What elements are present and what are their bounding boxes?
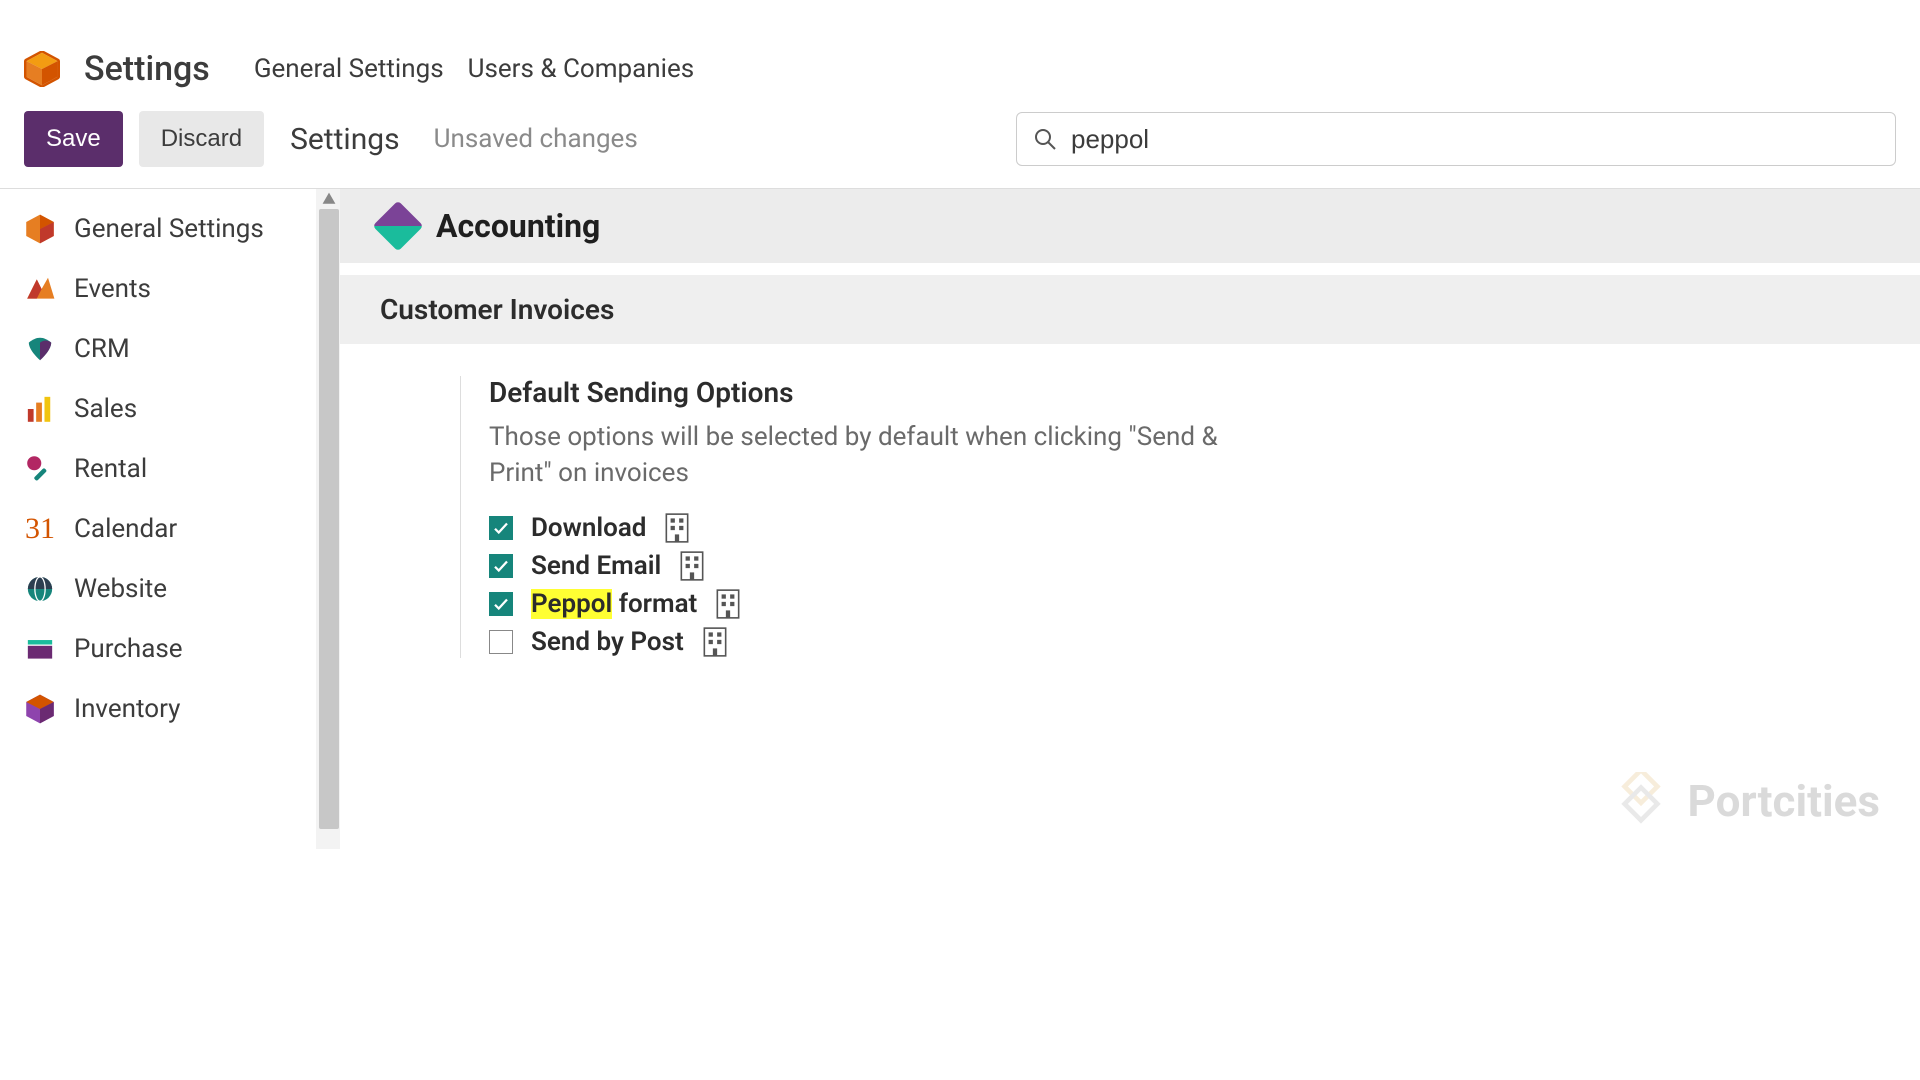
accounting-icon: [373, 201, 424, 252]
calendar-icon: 31: [24, 513, 56, 545]
highlighted-text: Peppol: [531, 589, 612, 619]
website-icon: [24, 573, 56, 605]
app-title: Settings: [84, 49, 210, 89]
block-description: Those options will be selected by defaul…: [489, 419, 1260, 492]
sidebar-item-general-settings[interactable]: General Settings: [0, 199, 310, 259]
purchase-icon: [24, 633, 56, 665]
option-label: Peppol format: [531, 589, 697, 619]
option-peppol-format: Peppol format: [489, 588, 1260, 620]
gear-hex-icon: [24, 213, 56, 245]
block-title: Default Sending Options: [489, 376, 1260, 409]
scroll-up-icon: [321, 191, 337, 207]
sidebar-item-website[interactable]: Website: [0, 559, 310, 619]
watermark-icon: [1612, 772, 1670, 830]
sidebar-item-label: Events: [74, 274, 151, 304]
sidebar-item-label: Website: [74, 574, 167, 604]
building-icon[interactable]: [679, 550, 705, 582]
save-button[interactable]: Save: [24, 111, 123, 167]
watermark: Portcities: [1612, 772, 1880, 830]
building-icon[interactable]: [664, 512, 690, 544]
option-send-email: Send Email: [489, 550, 1260, 582]
search-icon: [1033, 127, 1057, 151]
discard-button[interactable]: Discard: [139, 111, 264, 167]
action-bar: Save Discard Settings Unsaved changes: [0, 80, 1920, 170]
sidebar-item-sales[interactable]: Sales: [0, 379, 310, 439]
default-sending-options-block: Default Sending Options Those options wi…: [460, 376, 1260, 658]
nav-users-companies[interactable]: Users & Companies: [468, 54, 695, 84]
option-send-by-post: Send by Post: [489, 626, 1260, 658]
crm-icon: [24, 333, 56, 365]
option-label: Send by Post: [531, 627, 684, 657]
app-logo-icon: [24, 51, 60, 87]
events-icon: [24, 273, 56, 305]
top-nav: Settings General Settings Users & Compan…: [0, 0, 1920, 80]
checkbox-send-by-post[interactable]: [489, 630, 513, 654]
checkbox-send-email[interactable]: [489, 554, 513, 578]
option-label: Download: [531, 513, 646, 543]
sidebar-item-label: Calendar: [74, 514, 177, 544]
search-box[interactable]: [1016, 112, 1896, 166]
sidebar-item-calendar[interactable]: 31 Calendar: [0, 499, 310, 559]
sidebar-item-crm[interactable]: CRM: [0, 319, 310, 379]
sidebar-scrollbar[interactable]: [316, 189, 340, 849]
sidebar-item-label: Purchase: [74, 634, 183, 664]
breadcrumb: Settings: [290, 122, 400, 157]
nav-general-settings[interactable]: General Settings: [254, 54, 444, 84]
section-header-accounting: Accounting: [340, 189, 1920, 263]
sidebar-item-label: Inventory: [74, 694, 180, 724]
checkbox-peppol-format[interactable]: [489, 592, 513, 616]
sidebar-item-label: General Settings: [74, 214, 264, 244]
sidebar-item-events[interactable]: Events: [0, 259, 310, 319]
sidebar-item-label: Rental: [74, 454, 147, 484]
sidebar-item-purchase[interactable]: Purchase: [0, 619, 310, 679]
building-icon[interactable]: [715, 588, 741, 620]
watermark-text: Portcities: [1688, 775, 1880, 827]
option-label: Send Email: [531, 551, 661, 581]
sidebar-item-label: Sales: [74, 394, 137, 424]
rental-icon: [24, 453, 56, 485]
building-icon[interactable]: [702, 626, 728, 658]
sales-icon: [24, 393, 56, 425]
subsection-customer-invoices: Customer Invoices: [340, 275, 1920, 344]
main-content: Accounting Customer Invoices Default Sen…: [340, 189, 1920, 1080]
scrollbar-thumb[interactable]: [319, 209, 339, 829]
inventory-icon: [24, 693, 56, 725]
calendar-number: 31: [25, 512, 55, 546]
section-title: Accounting: [436, 207, 600, 245]
sidebar-item-label: CRM: [74, 334, 130, 364]
checkbox-download[interactable]: [489, 516, 513, 540]
sidebar-item-rental[interactable]: Rental: [0, 439, 310, 499]
sidebar-item-inventory[interactable]: Inventory: [0, 679, 310, 739]
search-input[interactable]: [1071, 124, 1879, 155]
sidebar: General Settings Events CRM Sales: [0, 189, 340, 1080]
option-download: Download: [489, 512, 1260, 544]
unsaved-changes-label: Unsaved changes: [434, 124, 638, 154]
